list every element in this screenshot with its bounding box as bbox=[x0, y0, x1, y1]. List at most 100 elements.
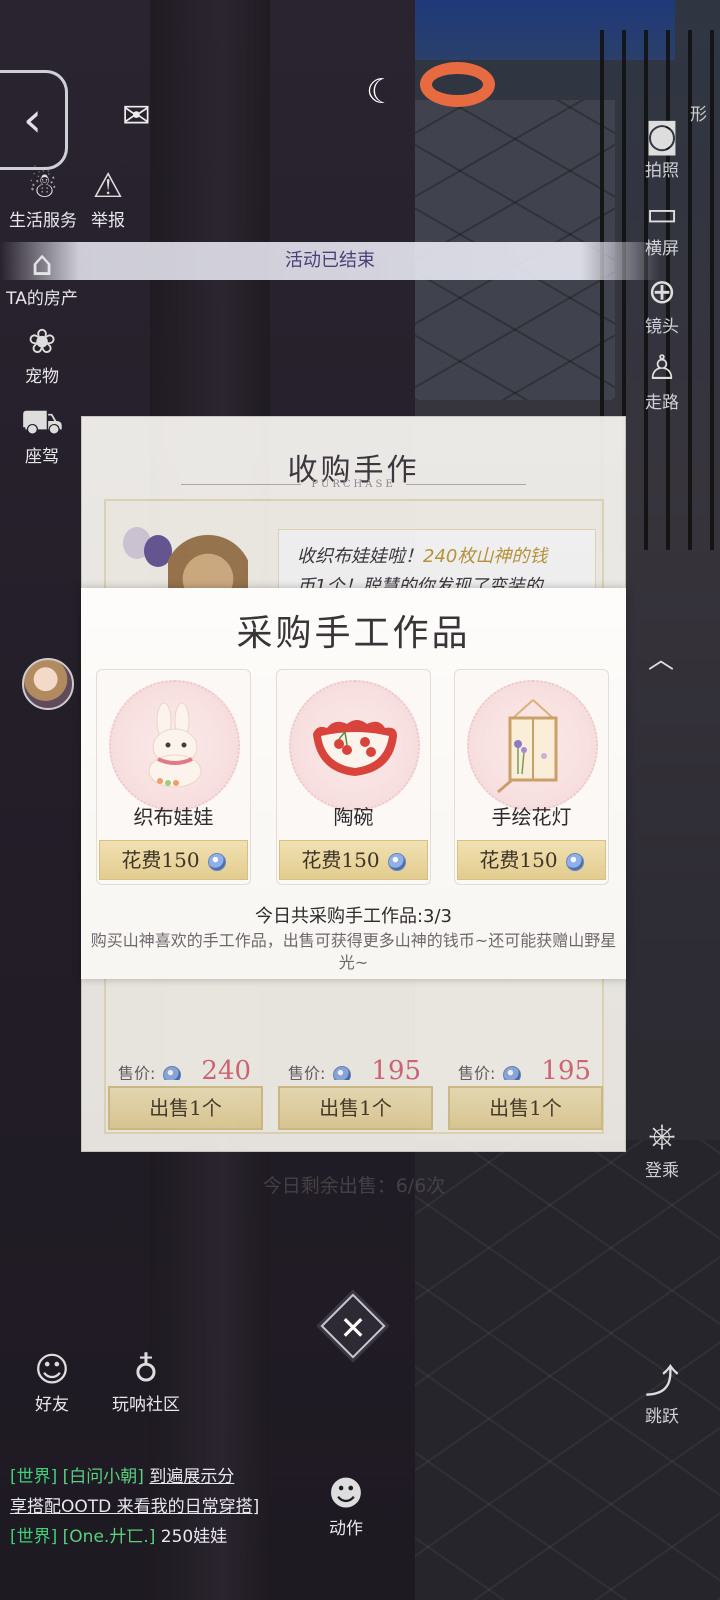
sell-price-value: 195 bbox=[371, 1056, 422, 1080]
buy-panel-title: 采购手工作品 bbox=[236, 613, 471, 654]
scene-swim-ring bbox=[420, 62, 495, 107]
report-label: 举报 bbox=[91, 211, 125, 231]
vehicle-label: 座驾 bbox=[25, 447, 59, 467]
community-button[interactable]: ♁ 玩呐社区 bbox=[104, 1350, 188, 1415]
item-name: 手绘花灯 bbox=[491, 805, 572, 829]
lens-button[interactable]: ⊕ 镜头 bbox=[632, 272, 692, 337]
chat-channel: [世界] bbox=[10, 1467, 58, 1487]
rabbit-doll-icon bbox=[109, 680, 240, 811]
sell-price: 售价: 240 bbox=[108, 1056, 263, 1080]
jump-button[interactable]: ⤴ 跳跃 bbox=[632, 1362, 692, 1427]
friends-icon: ☺ bbox=[34, 1350, 70, 1390]
sell-price-value: 195 bbox=[541, 1056, 592, 1080]
photo-label: 拍照 bbox=[645, 161, 679, 181]
walk-label: 走路 bbox=[645, 393, 679, 413]
life-service-button[interactable]: ☃ 生活服务 bbox=[6, 166, 80, 231]
paw-icon: ❀ bbox=[27, 322, 57, 362]
coin-icon bbox=[163, 1065, 182, 1080]
chat-message: [世界] [白问小朝] 到遍展示分 bbox=[10, 1462, 310, 1492]
purchase-panel-subtitle: PURCHASE bbox=[82, 479, 625, 490]
life-service-label: 生活服务 bbox=[9, 211, 77, 231]
emote-label: 动作 bbox=[329, 1519, 363, 1539]
flower-lantern-icon bbox=[467, 680, 598, 811]
item-name: 陶碗 bbox=[333, 805, 374, 829]
friends-button[interactable]: ☺ 好友 bbox=[22, 1350, 82, 1415]
collapse-button[interactable]: ︿ bbox=[626, 640, 696, 680]
jump-icon: ⤴ bbox=[645, 1362, 679, 1402]
sell-price-label: 售价: bbox=[458, 1064, 496, 1080]
coin-icon bbox=[207, 852, 226, 871]
handicraft-item-card[interactable]: 陶碗 花费150 bbox=[276, 669, 431, 885]
sell-price: 售价: 195 bbox=[448, 1056, 603, 1080]
siren-icon: ⚠ bbox=[92, 166, 124, 206]
sell-price: 售价: 195 bbox=[278, 1056, 433, 1080]
coin-icon bbox=[503, 1065, 522, 1080]
emote-icon: ☻ bbox=[328, 1474, 364, 1514]
sell-one-button[interactable]: 出售1个 bbox=[278, 1086, 433, 1130]
service-icon: ☃ bbox=[27, 166, 59, 206]
car-icon: ⛟ bbox=[20, 402, 64, 442]
sell-price-label: 售价: bbox=[288, 1064, 326, 1080]
rotate-screen-icon: ▭ bbox=[645, 194, 679, 234]
sell-card: 售价: 195 出售1个 bbox=[448, 1056, 603, 1152]
chat-text: 享搭配OOTD 来看我的日常穿搭] bbox=[10, 1497, 260, 1517]
chat-channel: [世界] bbox=[10, 1527, 58, 1547]
quote-prefix: 收织布娃娃啦！ bbox=[297, 546, 423, 567]
walk-button[interactable]: ♙ 走路 bbox=[632, 348, 692, 413]
back-button[interactable]: ‹ bbox=[0, 70, 68, 170]
coin-icon bbox=[333, 1065, 352, 1080]
sell-card: 售价: 195 出售1个 bbox=[278, 1056, 433, 1152]
friends-label: 好友 bbox=[35, 1395, 69, 1415]
avatar[interactable] bbox=[22, 658, 74, 710]
status-partial-text: 形 bbox=[690, 105, 707, 125]
chat-sender: [白问小朝] bbox=[62, 1467, 144, 1487]
pet-button[interactable]: ❀ 宠物 bbox=[12, 322, 72, 387]
chat-feed[interactable]: [世界] [白问小朝] 到遍展示分 享搭配OOTD 来看我的日常穿搭] [世界]… bbox=[10, 1462, 310, 1552]
handicraft-item-card[interactable]: 织布娃娃 花费150 bbox=[96, 669, 251, 885]
npc-quote: 收织布娃娃啦！240枚山神的钱 币1个！聪慧的你发现了变装的 bbox=[278, 529, 596, 589]
sell-price-value: 240 bbox=[201, 1056, 252, 1080]
close-icon: ✕ bbox=[339, 1308, 367, 1347]
chat-text: 250娃娃 bbox=[160, 1527, 228, 1547]
buy-cost-button[interactable]: 花费150 bbox=[99, 840, 248, 880]
sell-one-button[interactable]: 出售1个 bbox=[448, 1086, 603, 1130]
walk-icon: ♙ bbox=[646, 348, 678, 388]
chat-sender: [One.廾匸.] bbox=[62, 1527, 156, 1547]
handicraft-item-card[interactable]: 手绘花灯 花费150 bbox=[454, 669, 609, 885]
moon-icon[interactable]: ☾ bbox=[366, 72, 396, 112]
chat-message: 享搭配OOTD 来看我的日常穿搭] bbox=[10, 1492, 310, 1522]
coin-icon bbox=[387, 852, 406, 871]
sell-price-label: 售价: bbox=[118, 1064, 156, 1080]
item-cost-label: 花费150 bbox=[301, 848, 380, 872]
item-cost-label: 花费150 bbox=[121, 848, 200, 872]
chat-text: 到遍展示分 bbox=[149, 1467, 235, 1487]
buy-cost-button[interactable]: 花费150 bbox=[279, 840, 428, 880]
sell-card: 售价: 240 出售1个 bbox=[108, 1056, 263, 1152]
board-button[interactable]: ⎈ 登乘 bbox=[632, 1116, 692, 1181]
sell-one-button[interactable]: 出售1个 bbox=[108, 1086, 263, 1130]
cherry-bowl-icon bbox=[289, 680, 420, 811]
sell-remaining-count: 今日剩余出售：6/6次 bbox=[262, 1175, 446, 1197]
report-button[interactable]: ⚠ 举报 bbox=[86, 166, 130, 231]
pet-label: 宠物 bbox=[25, 367, 59, 387]
quote-highlight: 240枚山神的钱 bbox=[423, 546, 548, 567]
planet-icon: ♁ bbox=[133, 1350, 159, 1390]
emote-button[interactable]: ☻ 动作 bbox=[316, 1474, 376, 1539]
item-name: 织布娃娃 bbox=[133, 805, 214, 829]
board-label: 登乘 bbox=[645, 1161, 679, 1181]
camera-icon: ◙ bbox=[645, 116, 679, 156]
daily-purchase-count: 今日共采购手工作品:3/3 bbox=[254, 906, 453, 927]
buy-cost-button[interactable]: 花费150 bbox=[457, 840, 606, 880]
photo-button[interactable]: ◙ 拍照 bbox=[632, 116, 692, 181]
item-cost-label: 花费150 bbox=[479, 848, 558, 872]
buy-handicraft-panel: 采购手工作品 织布娃娃 花费150 陶碗 花费150 手绘花灯 花费150 今日… bbox=[81, 588, 626, 979]
ta-property-label: TA的房产 bbox=[6, 289, 78, 309]
chevron-up-icon: ︿ bbox=[647, 645, 674, 675]
chevron-left-icon: ‹ bbox=[22, 92, 43, 148]
mail-icon[interactable]: ✉ bbox=[122, 96, 151, 136]
lens-label: 镜头 bbox=[645, 317, 679, 337]
chat-message: [世界] [One.廾匸.] 250娃娃 bbox=[10, 1522, 310, 1552]
jump-label: 跳跃 bbox=[645, 1407, 679, 1427]
vehicle-button[interactable]: ⛟ 座驾 bbox=[12, 402, 72, 467]
panel-description: 购买山神喜欢的手工作品，出售可获得更多山神的钱币~还可能获赠山野星光~ bbox=[90, 931, 617, 972]
